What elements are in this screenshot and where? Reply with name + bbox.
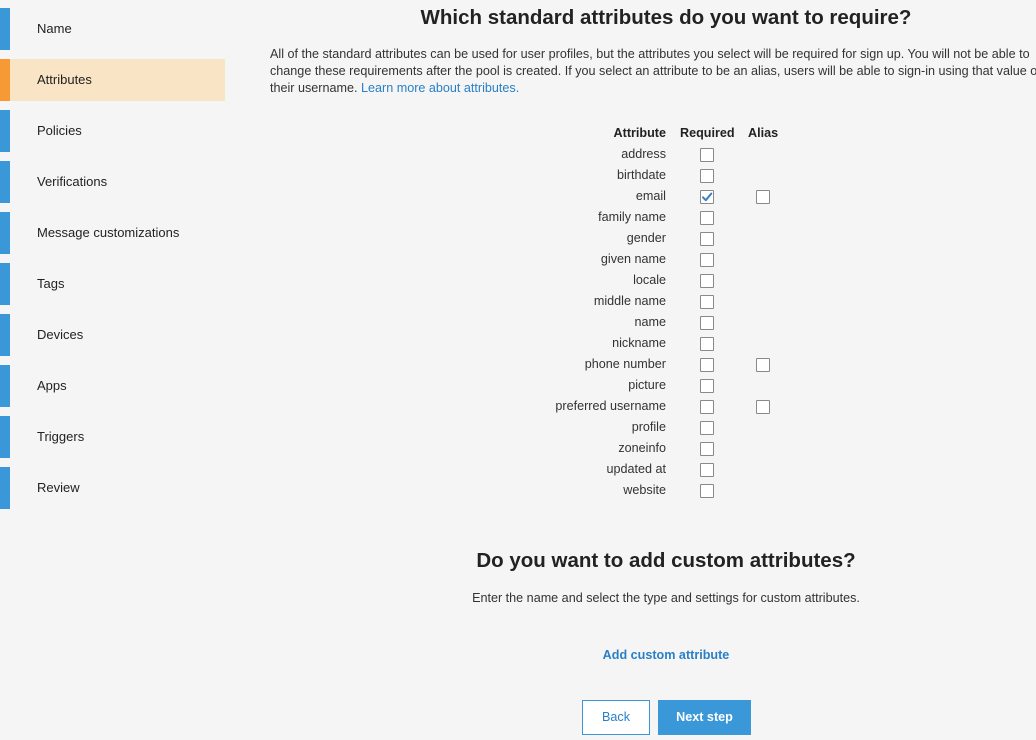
- attribute-row: phone number: [0, 354, 1036, 375]
- attribute-name: given name: [600, 252, 666, 266]
- attribute-row: given name: [0, 249, 1036, 270]
- custom-attributes-description: Enter the name and select the type and s…: [472, 591, 860, 605]
- standard-attributes-title: Which standard attributes do you want to…: [420, 6, 912, 29]
- attribute-name: preferred username: [555, 399, 666, 413]
- required-checkbox[interactable]: [700, 400, 714, 414]
- alias-checkbox[interactable]: [756, 400, 770, 414]
- description-line: All of the standard attributes can be us…: [270, 47, 1030, 61]
- attribute-row: name: [0, 312, 1036, 333]
- back-button[interactable]: Back: [582, 700, 650, 735]
- attribute-name: family name: [598, 210, 666, 224]
- attribute-name: address: [621, 147, 666, 161]
- standard-attributes-description: All of the standard attributes can be us…: [270, 46, 1036, 98]
- attribute-name: phone number: [584, 357, 666, 371]
- attribute-row: picture: [0, 375, 1036, 396]
- attributes-table: Attribute Required Alias address birthdat…: [0, 124, 1036, 504]
- required-checkbox[interactable]: [700, 211, 714, 225]
- attribute-name: gender: [626, 231, 666, 245]
- required-checkbox[interactable]: [700, 253, 714, 267]
- attribute-row: profile: [0, 417, 1036, 438]
- description-line: change these requirements after the pool…: [270, 64, 1036, 78]
- next-step-button[interactable]: Next step: [658, 700, 751, 735]
- alias-checkbox[interactable]: [756, 358, 770, 372]
- required-column-header: Required: [680, 126, 735, 140]
- attribute-name: website: [623, 483, 666, 497]
- attribute-name: profile: [631, 420, 666, 434]
- attribute-row: preferred username: [0, 396, 1036, 417]
- attribute-name: nickname: [612, 336, 666, 350]
- attribute-row: zoneinfo: [0, 438, 1036, 459]
- attribute-name: name: [634, 315, 666, 329]
- required-checkbox[interactable]: [700, 316, 714, 330]
- required-checkbox[interactable]: [700, 463, 714, 477]
- required-checkbox[interactable]: [700, 232, 714, 246]
- attribute-row: email: [0, 186, 1036, 207]
- attribute-row: gender: [0, 228, 1036, 249]
- attribute-name: birthdate: [616, 168, 666, 182]
- attribute-row: updated at: [0, 459, 1036, 480]
- step-indicator-bar: [0, 8, 10, 50]
- required-checkbox[interactable]: [700, 379, 714, 393]
- required-checkbox[interactable]: [700, 190, 714, 204]
- custom-attributes-title: Do you want to add custom attributes?: [476, 549, 856, 572]
- attribute-name: locale: [633, 273, 666, 287]
- required-checkbox[interactable]: [700, 295, 714, 309]
- attribute-row: website: [0, 480, 1036, 501]
- learn-more-link[interactable]: Learn more about attributes.: [361, 81, 519, 95]
- checkmark-icon: [702, 192, 713, 202]
- sidebar-item-name[interactable]: Name: [0, 8, 225, 50]
- attribute-row: family name: [0, 207, 1036, 228]
- attribute-row: address: [0, 144, 1036, 165]
- attribute-row: birthdate: [0, 165, 1036, 186]
- add-custom-attribute-link[interactable]: Add custom attribute: [603, 648, 730, 662]
- attribute-column-header: Attribute: [613, 126, 666, 140]
- attribute-name: picture: [628, 378, 666, 392]
- attribute-name: email: [635, 189, 666, 203]
- add-custom-attribute-row: Add custom attribute: [300, 648, 1032, 662]
- attribute-name: updated at: [606, 462, 666, 476]
- attribute-name: middle name: [593, 294, 666, 308]
- attribute-row: middle name: [0, 291, 1036, 312]
- step-indicator-bar: [0, 59, 10, 101]
- required-checkbox[interactable]: [700, 148, 714, 162]
- description-line: their username. Learn more about attribu…: [270, 80, 1036, 97]
- attribute-row: locale: [0, 270, 1036, 291]
- required-checkbox[interactable]: [700, 442, 714, 456]
- sidebar-item-attributes[interactable]: Attributes: [0, 59, 225, 101]
- alias-column-header: Alias: [748, 126, 779, 140]
- alias-checkbox[interactable]: [756, 190, 770, 204]
- required-checkbox[interactable]: [700, 358, 714, 372]
- sidebar-item-label: Attributes: [37, 72, 92, 87]
- required-checkbox[interactable]: [700, 169, 714, 183]
- required-checkbox[interactable]: [700, 274, 714, 288]
- attribute-name: zoneinfo: [618, 441, 666, 455]
- attribute-row: nickname: [0, 333, 1036, 354]
- required-checkbox[interactable]: [700, 337, 714, 351]
- required-checkbox[interactable]: [700, 484, 714, 498]
- required-checkbox[interactable]: [700, 421, 714, 435]
- sidebar-item-label: Name: [37, 21, 72, 36]
- description-line-text: their username.: [270, 81, 361, 95]
